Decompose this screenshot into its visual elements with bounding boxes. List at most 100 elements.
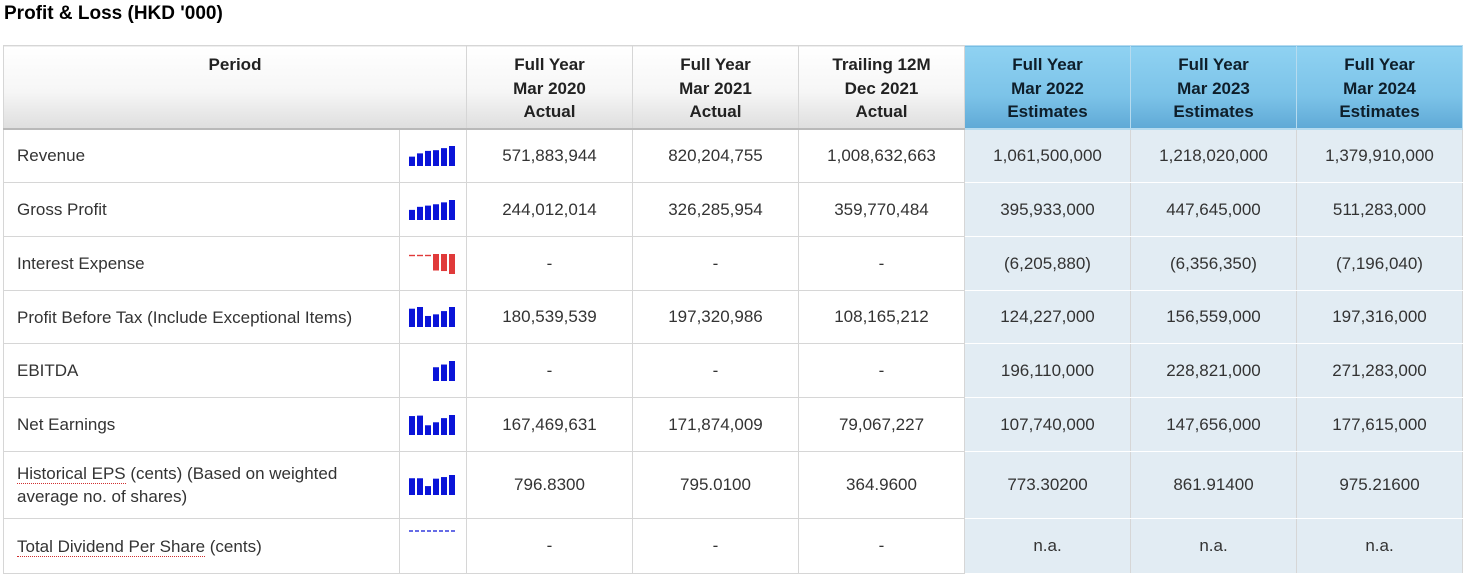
table-row: Historical EPS (cents) (Based on weighte… bbox=[3, 451, 1463, 519]
table-cell: 447,645,000 bbox=[1130, 182, 1297, 237]
table-cell: 1,218,020,000 bbox=[1130, 128, 1297, 183]
table-cell: 147,656,000 bbox=[1130, 397, 1297, 452]
col-header-line3: Estimates bbox=[1173, 102, 1254, 121]
sparkline-bar bbox=[425, 150, 431, 166]
sparkline-bars bbox=[399, 451, 467, 519]
table-cell: 773.30200 bbox=[964, 451, 1131, 519]
table-cell: 196,110,000 bbox=[964, 343, 1131, 398]
sparkline-svg bbox=[409, 475, 455, 495]
col-header-line1: Trailing 12M bbox=[832, 55, 931, 74]
sparkline-bar bbox=[433, 314, 439, 327]
sparkline-bar bbox=[409, 478, 415, 495]
table-cell: 107,740,000 bbox=[964, 397, 1131, 452]
table-cell: (7,196,040) bbox=[1296, 236, 1463, 291]
col-header-0: Full Year Mar 2020 Actual bbox=[466, 45, 633, 130]
sparkline-bars bbox=[399, 236, 467, 291]
sparkline-svg bbox=[409, 414, 455, 435]
table-cell: 180,539,539 bbox=[466, 290, 633, 344]
table-cell: 975.21600 bbox=[1296, 451, 1463, 519]
row-label: Interest Expense bbox=[3, 236, 400, 291]
sparkline-svg bbox=[409, 530, 457, 532]
sparkline-bar bbox=[449, 360, 455, 381]
sparkline-svg bbox=[433, 360, 455, 381]
sparkline-bar bbox=[449, 475, 455, 495]
row-label: Net Earnings bbox=[3, 397, 400, 452]
table-row: Gross Profit 244,012,014 326,285,954 359… bbox=[3, 182, 1463, 237]
table-cell: 1,379,910,000 bbox=[1296, 128, 1463, 183]
sparkline-bars bbox=[399, 397, 467, 452]
table-cell: 571,883,944 bbox=[466, 128, 633, 183]
table-cell: n.a. bbox=[964, 518, 1131, 574]
sparkline-svg bbox=[409, 145, 455, 166]
sparkline-bar bbox=[441, 417, 447, 435]
row-label: Revenue bbox=[3, 128, 400, 183]
total-dividend-link[interactable]: Total Dividend Per Share bbox=[17, 536, 206, 557]
col-header-line2: Mar 2023 bbox=[1177, 78, 1250, 98]
sparkline-bar bbox=[441, 477, 447, 495]
sparkline-bar bbox=[425, 315, 431, 327]
table-cell: 796.8300 bbox=[466, 451, 633, 519]
sparkline-bar bbox=[425, 205, 431, 220]
table-cell: 167,469,631 bbox=[466, 397, 633, 452]
table-cell: - bbox=[632, 343, 799, 398]
page-title: Profit & Loss (HKD '000) bbox=[4, 3, 223, 24]
sparkline-bars bbox=[399, 518, 467, 574]
sparkline-bar bbox=[441, 147, 447, 166]
sparkline-bar bbox=[449, 307, 455, 327]
table-cell: 820,204,755 bbox=[632, 128, 799, 183]
col-header-3: Full Year Mar 2022 Estimates bbox=[964, 45, 1131, 130]
col-header-line1: Full Year bbox=[1344, 55, 1415, 74]
sparkline-bar bbox=[417, 415, 423, 435]
sparkline-bar bbox=[433, 421, 439, 435]
sparkline-bar bbox=[425, 424, 431, 435]
col-header-line2: Mar 2022 bbox=[1011, 78, 1084, 98]
col-header-line2: Mar 2020 bbox=[513, 78, 586, 98]
table-cell: 795.0100 bbox=[632, 451, 799, 519]
col-header-4: Full Year Mar 2023 Estimates bbox=[1130, 45, 1297, 130]
col-header-line2: Dec 2021 bbox=[844, 78, 919, 98]
sparkline-bar bbox=[433, 366, 439, 381]
historical-eps-link[interactable]: Historical EPS bbox=[17, 464, 126, 484]
sparkline-bar bbox=[449, 414, 455, 435]
table-cell: - bbox=[798, 518, 965, 574]
col-header-line1: Full Year bbox=[680, 55, 751, 74]
sparkline-bar bbox=[409, 308, 415, 327]
sparkline-bar bbox=[449, 253, 455, 274]
table-cell: - bbox=[466, 343, 633, 398]
table-cell: n.a. bbox=[1130, 518, 1297, 574]
col-header-2: Trailing 12M Dec 2021 Actual bbox=[798, 45, 965, 130]
table-row: Total Dividend Per Share (cents) - - - n… bbox=[3, 518, 1463, 574]
sparkline-bar bbox=[417, 153, 423, 166]
table-cell: - bbox=[798, 236, 965, 291]
col-header-line3: Estimates bbox=[1339, 102, 1420, 121]
table-cell: 124,227,000 bbox=[964, 290, 1131, 344]
sparkline-bar bbox=[409, 415, 415, 435]
sparkline-bar bbox=[441, 201, 447, 220]
col-header-line3: Actual bbox=[855, 102, 908, 121]
sparkline-svg bbox=[409, 307, 455, 327]
table-cell: 244,012,014 bbox=[466, 182, 633, 237]
sparkline-bar bbox=[433, 253, 439, 271]
row-label: Historical EPS (cents) (Based on weighte… bbox=[3, 451, 400, 519]
row-label: Gross Profit bbox=[3, 182, 400, 237]
col-header-line3: Actual bbox=[689, 102, 742, 121]
table-cell: 511,283,000 bbox=[1296, 182, 1463, 237]
table-cell: 171,874,009 bbox=[632, 397, 799, 452]
sparkline-bar bbox=[433, 149, 439, 166]
col-header-5: Full Year Mar 2024 Estimates bbox=[1296, 45, 1463, 130]
table-cell: 156,559,000 bbox=[1130, 290, 1297, 344]
col-header-1: Full Year Mar 2021 Actual bbox=[632, 45, 799, 130]
table-cell: n.a. bbox=[1296, 518, 1463, 574]
col-header-line3: Actual bbox=[523, 102, 576, 121]
sparkline-bar bbox=[417, 478, 423, 495]
sparkline-bar bbox=[417, 307, 423, 327]
table-cell: - bbox=[632, 236, 799, 291]
profit-loss-table: Period Full Year Mar 2020 Actual Full Ye… bbox=[3, 45, 1463, 574]
row-label-suffix: (cents) bbox=[205, 536, 262, 556]
table-cell: 861.91400 bbox=[1130, 451, 1297, 519]
sparkline-bar bbox=[441, 311, 447, 327]
sparkline-bars bbox=[399, 290, 467, 344]
sparkline-svg bbox=[409, 253, 455, 274]
table-header-row: Period Full Year Mar 2020 Actual Full Ye… bbox=[3, 45, 1463, 130]
sparkline-bar bbox=[433, 478, 439, 495]
